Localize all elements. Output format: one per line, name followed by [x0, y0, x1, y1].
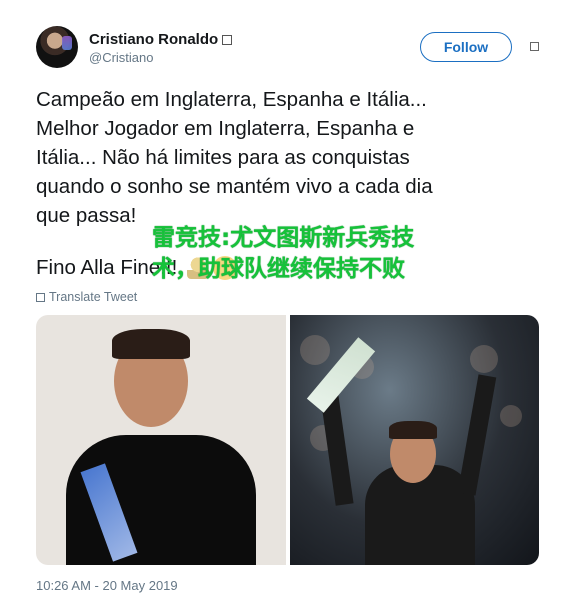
- globe-icon: [36, 292, 45, 302]
- hair-shape: [389, 421, 437, 439]
- translate-tweet-link[interactable]: Translate Tweet: [36, 290, 137, 304]
- photo-right[interactable]: [290, 315, 539, 565]
- avatar[interactable]: [36, 26, 78, 68]
- handle[interactable]: @Cristiano: [89, 50, 154, 65]
- tweet-text-line: quando o sonho se mantém vivo a cada dia: [36, 175, 433, 198]
- timestamp[interactable]: 10:26 AM - 20 May 2019: [36, 578, 178, 593]
- tweet-text-line: Campeão em Inglaterra, Espanha e Itália.…: [36, 88, 427, 111]
- raised-arm-shape: [457, 374, 497, 496]
- overlay-caption: 雷竞技:尤文图斯新兵秀技术，助球队继续保持不败: [152, 225, 415, 282]
- menu-icon[interactable]: [530, 42, 539, 51]
- photo-left[interactable]: [36, 315, 286, 565]
- tweet-text-line: Itália... Não há limites para as conquis…: [36, 146, 410, 169]
- hair-shape: [112, 329, 190, 359]
- tweet-media[interactable]: [36, 315, 539, 565]
- follow-button[interactable]: Follow: [420, 32, 512, 62]
- tweet-text-line: Melhor Jogador em Inglaterra, Espanha e: [36, 117, 415, 140]
- translate-label: Translate Tweet: [49, 290, 138, 304]
- name-row: Cristiano Ronaldo: [89, 31, 233, 48]
- tweet-text: Campeão em Inglaterra, Espanha e Itália.…: [36, 85, 536, 230]
- verified-icon: [222, 34, 233, 45]
- display-name[interactable]: Cristiano Ronaldo: [89, 31, 218, 48]
